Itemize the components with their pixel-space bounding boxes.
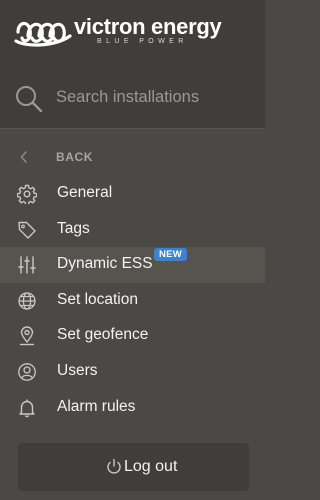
menu-item-label: Dynamic ESS [57,255,153,273]
menu-item-label: Tags [57,219,90,237]
chevron-left-icon [20,151,27,163]
menu-item-label: General [57,184,113,201]
gear-icon [17,184,37,204]
menu-item-dynamic-ess[interactable]: Dynamic ESS NEW [0,247,265,283]
brand-name: victron energy [74,14,222,39]
menu-item-tags[interactable]: Tags [0,212,265,248]
menu-item-label: Set location [57,290,138,308]
back-label: BACK [56,150,94,164]
menu-item-set-location[interactable]: Set location [0,283,265,319]
new-badge: NEW [154,248,188,262]
logout-label: Log out [124,458,178,475]
menu-item-label: Set geofence [57,326,149,344]
search-input[interactable] [56,86,251,108]
logout-button[interactable]: Log out [18,443,249,491]
victron-swirl-logo [14,21,72,47]
search-bar [0,64,265,129]
menu-item-label: Users [57,361,98,379]
settings-menu: General Tags Dynamic ESS NEW Set locatio… [0,176,265,425]
menu-item-label: Alarm rules [57,397,136,415]
power-icon [107,458,121,474]
bell-icon [19,399,35,417]
menu-item-users[interactable]: Users [0,354,265,390]
sliders-icon [18,256,36,274]
search-icon[interactable] [14,84,44,114]
brand-header: victron energy BLUE POWER [0,0,265,64]
menu-item-alarm-rules[interactable]: Alarm rules [0,390,265,426]
menu-item-general[interactable]: General [0,176,265,212]
tag-icon [18,221,36,239]
brand-tagline: BLUE POWER [97,38,188,45]
menu-item-set-geofence[interactable]: Set geofence [0,318,265,354]
map-pin-icon [20,326,34,346]
globe-icon [18,292,36,310]
user-icon [18,363,36,381]
back-button[interactable]: BACK [0,143,265,171]
